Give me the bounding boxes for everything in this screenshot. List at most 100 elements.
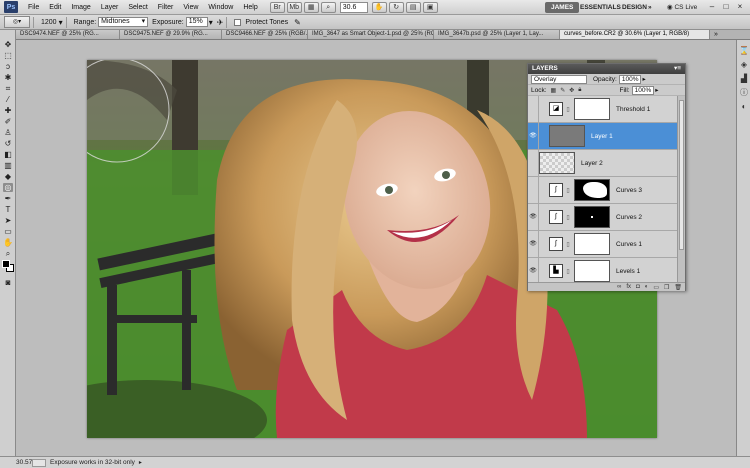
range-select[interactable]: Midtones ▾ xyxy=(98,17,149,27)
layer-name[interactable]: Layer 2 xyxy=(581,160,603,167)
layer-thumbnail[interactable] xyxy=(549,125,585,147)
fill-slider-icon[interactable]: ▸ xyxy=(655,86,658,94)
brush-size-value[interactable]: 1200 xyxy=(41,19,57,26)
hand-tool-icon[interactable]: ✋ xyxy=(371,1,387,13)
visibility-toggle[interactable] xyxy=(528,96,539,123)
layer-name[interactable]: Levels 1 xyxy=(616,268,640,275)
workspace-more[interactable]: » xyxy=(642,2,658,13)
status-zoom[interactable]: 30.57% xyxy=(0,459,38,466)
history-panel-icon[interactable]: ⌛ xyxy=(739,46,749,56)
move-tool-icon[interactable]: ✥ xyxy=(3,40,13,49)
eyedropper-tool-icon[interactable]: ⁄ xyxy=(3,95,13,104)
exposure-slider-icon[interactable]: ▾ xyxy=(209,18,213,27)
scrollbar-thumb[interactable] xyxy=(679,100,684,250)
layer-name[interactable]: Curves 3 xyxy=(616,187,642,194)
bridge-icon[interactable]: Br xyxy=(269,1,285,13)
menu-filter[interactable]: Filter xyxy=(153,0,179,15)
mini-bridge-icon[interactable]: Mb xyxy=(286,1,302,13)
color-panel-icon[interactable]: ◐ xyxy=(739,102,749,112)
menu-select[interactable]: Select xyxy=(123,0,152,15)
document-tab-active[interactable]: curves_before.CR2 @ 30.6% (Layer 1, RGB/… xyxy=(560,30,710,39)
quick-mask-icon[interactable]: ◙ xyxy=(3,278,13,287)
status-preview-icon[interactable] xyxy=(32,458,46,467)
menu-help[interactable]: Help xyxy=(238,0,262,15)
add-mask-icon[interactable]: ◘ xyxy=(636,284,640,290)
menu-view[interactable]: View xyxy=(178,0,203,15)
blur-tool-icon[interactable]: ◆ xyxy=(3,172,13,181)
layer-row-layer-1[interactable]: 👁︎ Layer 1 xyxy=(528,122,677,150)
maximize-button[interactable]: □ xyxy=(720,2,732,13)
pressure-size-icon[interactable]: ✎ xyxy=(294,18,301,27)
layer-row-curves-1[interactable]: 👁︎ ∫ ▯ Curves 1 xyxy=(528,230,677,258)
layer-row-curves-2[interactable]: 👁︎ ∫ ▯ Curves 2 xyxy=(528,203,677,231)
exposure-field[interactable]: 15% xyxy=(185,17,208,27)
document-tab[interactable]: DSC9475.NEF @ 29.9% (RG... xyxy=(120,30,222,39)
lasso-tool-icon[interactable]: ↄ xyxy=(3,62,13,71)
brush-picker-icon[interactable]: ▾ xyxy=(59,18,63,27)
brush-tool-icon[interactable]: ✐ xyxy=(3,117,13,126)
healing-brush-tool-icon[interactable]: ✚ xyxy=(3,106,13,115)
zoom-level-icon[interactable]: ⌕ xyxy=(320,1,336,13)
histogram-panel-icon[interactable]: ▟ xyxy=(739,74,749,84)
lock-position-icon[interactable]: ✥ xyxy=(569,87,574,94)
trash-icon[interactable]: 🗑︎ xyxy=(674,284,682,291)
layer-name[interactable]: Layer 1 xyxy=(591,133,613,140)
airbrush-icon[interactable]: ✈ xyxy=(217,18,224,27)
layer-mask-thumbnail[interactable] xyxy=(574,179,610,201)
info-panel-icon[interactable]: ⓘ xyxy=(739,88,749,98)
view-extras-icon[interactable]: ▦ xyxy=(303,1,319,13)
cs-live-button[interactable]: ◉ CS Live xyxy=(667,2,697,13)
layer-mask-thumbnail[interactable] xyxy=(574,233,610,255)
arrange-documents-icon[interactable]: ▤ xyxy=(405,1,421,13)
opacity-slider-icon[interactable]: ▸ xyxy=(642,75,645,83)
menu-edit[interactable]: Edit xyxy=(44,0,66,15)
quick-select-tool-icon[interactable]: ✱ xyxy=(3,73,13,82)
blend-mode-select[interactable]: Overlay xyxy=(531,74,587,84)
document-tab[interactable]: DSC9474.NEF @ 25% (RG... xyxy=(16,30,120,39)
type-tool-icon[interactable]: T xyxy=(3,205,13,214)
status-arrow-icon[interactable]: ▸ xyxy=(139,459,142,466)
marquee-tool-icon[interactable]: ⬚ xyxy=(3,51,13,60)
protect-tones-checkbox[interactable] xyxy=(234,18,242,26)
layers-panel-header[interactable]: LAYERS ▾≡ xyxy=(528,64,685,74)
close-button[interactable]: × xyxy=(734,2,746,13)
document-tab[interactable]: IMG_3647 as Smart Object-1.psd @ 25% (RG… xyxy=(308,30,434,39)
link-layers-icon[interactable]: ∞ xyxy=(617,284,621,290)
layer-style-icon[interactable]: fx xyxy=(626,284,631,290)
layer-row-threshold-1[interactable]: ◪ ▯ Threshold 1 xyxy=(528,96,677,123)
menu-layer[interactable]: Layer xyxy=(96,0,124,15)
visibility-toggle[interactable] xyxy=(528,176,539,204)
navigator-panel-icon[interactable]: ◈ xyxy=(739,60,749,70)
new-group-icon[interactable]: ▭ xyxy=(653,284,659,291)
layer-name[interactable]: Curves 2 xyxy=(616,214,642,221)
zoom-level-field[interactable]: 30.6 xyxy=(339,1,368,13)
rotate-view-icon[interactable]: ↻ xyxy=(388,1,404,13)
lock-transparent-icon[interactable]: ▦ xyxy=(551,87,557,94)
history-brush-tool-icon[interactable]: ↺ xyxy=(3,139,13,148)
shape-tool-icon[interactable]: ▭ xyxy=(3,227,13,236)
layer-name[interactable]: Threshold 1 xyxy=(616,106,650,113)
new-layer-icon[interactable]: ❐ xyxy=(664,284,669,291)
zoom-tool-icon[interactable]: ⌕ xyxy=(3,249,13,258)
hand-tool-icon[interactable]: ✋ xyxy=(3,238,13,247)
opacity-field[interactable]: 100% xyxy=(618,74,642,84)
document-tab[interactable]: IMG_3647b.psd @ 25% (Layer 1, Lay... xyxy=(434,30,560,39)
menu-image[interactable]: Image xyxy=(66,0,95,15)
visibility-toggle[interactable]: 👁︎ xyxy=(528,122,539,150)
gradient-tool-icon[interactable]: ▥ xyxy=(3,161,13,170)
crop-tool-icon[interactable]: ⌗ xyxy=(3,84,13,93)
new-adjustment-icon[interactable]: ◐ xyxy=(645,284,649,290)
layer-name[interactable]: Curves 1 xyxy=(616,241,642,248)
tool-preset-picker[interactable]: ◎▾ xyxy=(4,16,30,28)
pen-tool-icon[interactable]: ✒ xyxy=(3,194,13,203)
visibility-toggle[interactable] xyxy=(528,149,539,177)
clone-stamp-tool-icon[interactable]: ♙ xyxy=(3,128,13,137)
visibility-toggle[interactable]: 👁︎ xyxy=(528,230,539,258)
menu-file[interactable]: File xyxy=(23,0,44,15)
layer-mask-thumbnail[interactable] xyxy=(574,260,610,282)
lock-image-icon[interactable]: ✎ xyxy=(560,87,565,94)
sponge-tool-icon[interactable]: ◎ xyxy=(3,183,13,192)
layer-row-curves-3[interactable]: ∫ ▯ Curves 3 xyxy=(528,176,677,204)
layer-row-levels-1[interactable]: 👁︎ ▙ ▯ Levels 1 xyxy=(528,257,677,282)
layer-thumbnail[interactable] xyxy=(539,152,575,174)
